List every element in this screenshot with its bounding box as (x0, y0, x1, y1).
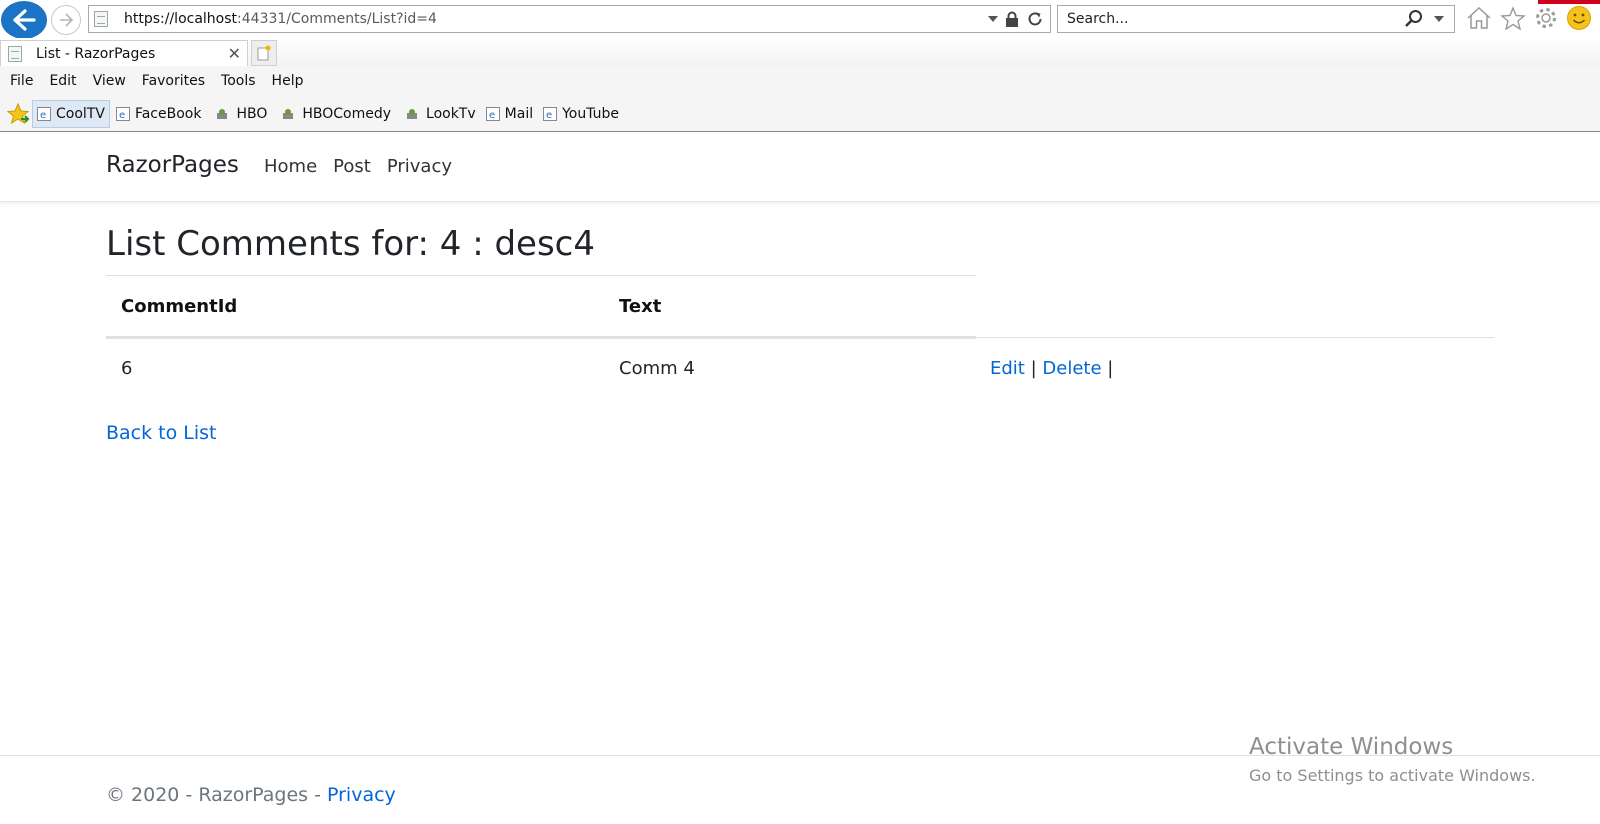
notification-flag (1538, 0, 1600, 4)
close-icon[interactable]: ✕ (228, 44, 241, 63)
new-tab-button[interactable] (251, 40, 277, 66)
page-icon (94, 11, 108, 27)
column-header-text: Text (619, 296, 662, 317)
smiley-icon[interactable] (1566, 5, 1592, 31)
nav-privacy[interactable]: Privacy (387, 156, 452, 177)
tab-strip: List - RazorPages ✕ (0, 38, 1600, 66)
favorites-bar: e CoolTV e FaceBook HBO HBOComedy LookTv… (0, 96, 1600, 132)
arrow-left-icon (13, 9, 36, 31)
lock-icon[interactable] (1005, 11, 1019, 28)
table-top-border (106, 275, 976, 276)
search-dropdown-icon[interactable] (1434, 16, 1444, 22)
tab-title: List - RazorPages (36, 45, 156, 62)
feed-icon (407, 108, 418, 119)
menu-edit[interactable]: Edit (49, 73, 76, 89)
svg-text:e: e (40, 110, 46, 121)
menu-tools[interactable]: Tools (221, 73, 256, 89)
separator: | (1030, 358, 1037, 379)
favorite-mail[interactable]: e Mail (482, 100, 537, 128)
cell-comment-id: 6 (121, 358, 133, 379)
ie-page-icon: e (543, 106, 558, 121)
menu-favorites[interactable]: Favorites (142, 73, 205, 89)
svg-text:e: e (546, 110, 552, 121)
back-to-list-link[interactable]: Back to List (106, 422, 217, 444)
ie-page-icon: e (485, 106, 500, 121)
favorite-facebook[interactable]: e FaceBook (112, 100, 206, 128)
edit-link[interactable]: Edit (990, 358, 1025, 379)
svg-text:e: e (119, 110, 125, 121)
favorite-hbocomedy[interactable]: HBOComedy (273, 100, 395, 128)
brand-link[interactable]: RazorPages (106, 152, 239, 178)
browser-address-bar-row: https://localhost:44331/Comments/List?id… (0, 0, 1600, 39)
arrow-right-icon (60, 13, 74, 27)
menu-help[interactable]: Help (272, 73, 304, 89)
favorites-star-icon[interactable] (6, 100, 32, 128)
address-bar[interactable]: https://localhost:44331/Comments/List?id… (88, 5, 1051, 33)
gear-icon[interactable] (1534, 6, 1558, 30)
dropdown-arrow-icon[interactable] (988, 16, 998, 22)
page-title: List Comments for: 4 : desc4 (106, 224, 595, 264)
watermark-subtitle: Go to Settings to activate Windows. (1249, 766, 1536, 785)
menu-file[interactable]: File (10, 73, 33, 89)
favorite-cooltv[interactable]: e CoolTV (32, 99, 110, 128)
back-button[interactable] (1, 1, 47, 39)
nav-home[interactable]: Home (264, 156, 317, 177)
table-header-border (106, 336, 976, 339)
menu-view[interactable]: View (93, 73, 126, 89)
ie-page-icon: e (115, 106, 130, 121)
footer-copyright: © 2020 - RazorPages - (106, 784, 327, 806)
search-input[interactable]: Search... (1067, 11, 1404, 27)
feed-icon (283, 108, 294, 119)
column-header-commentid: CommentId (121, 296, 238, 317)
url-text[interactable]: https://localhost:44331/Comments/List?id… (124, 11, 988, 27)
star-icon[interactable] (1500, 6, 1526, 30)
refresh-icon[interactable] (1026, 10, 1044, 28)
site-navbar: RazorPages Home Post Privacy (0, 132, 1600, 202)
activate-windows-watermark: Activate Windows Go to Settings to activ… (1249, 734, 1536, 785)
table-header-border-ext (976, 337, 1494, 338)
search-box[interactable]: Search... (1057, 5, 1455, 33)
separator: | (1107, 358, 1114, 379)
watermark-title: Activate Windows (1249, 734, 1454, 760)
cell-comment-text: Comm 4 (619, 358, 695, 379)
favorite-youtube[interactable]: e YouTube (539, 100, 623, 128)
footer-privacy-link[interactable]: Privacy (327, 784, 396, 806)
svg-text:e: e (489, 110, 495, 121)
favorite-hbo[interactable]: HBO (207, 100, 271, 128)
new-tab-icon (257, 45, 271, 61)
tab-current[interactable]: List - RazorPages ✕ (0, 40, 248, 66)
feed-icon (217, 108, 228, 119)
footer: © 2020 - RazorPages - Privacy (106, 784, 396, 806)
nav-post[interactable]: Post (333, 156, 371, 177)
menu-bar: File Edit View Favorites Tools Help (0, 66, 1600, 96)
forward-button[interactable] (51, 5, 81, 35)
delete-link[interactable]: Delete (1042, 358, 1101, 379)
ie-page-icon: e (37, 106, 51, 121)
favorite-looktv[interactable]: LookTv (397, 100, 480, 128)
search-icon[interactable] (1404, 9, 1424, 29)
home-icon[interactable] (1466, 6, 1492, 30)
page-icon (8, 45, 22, 62)
